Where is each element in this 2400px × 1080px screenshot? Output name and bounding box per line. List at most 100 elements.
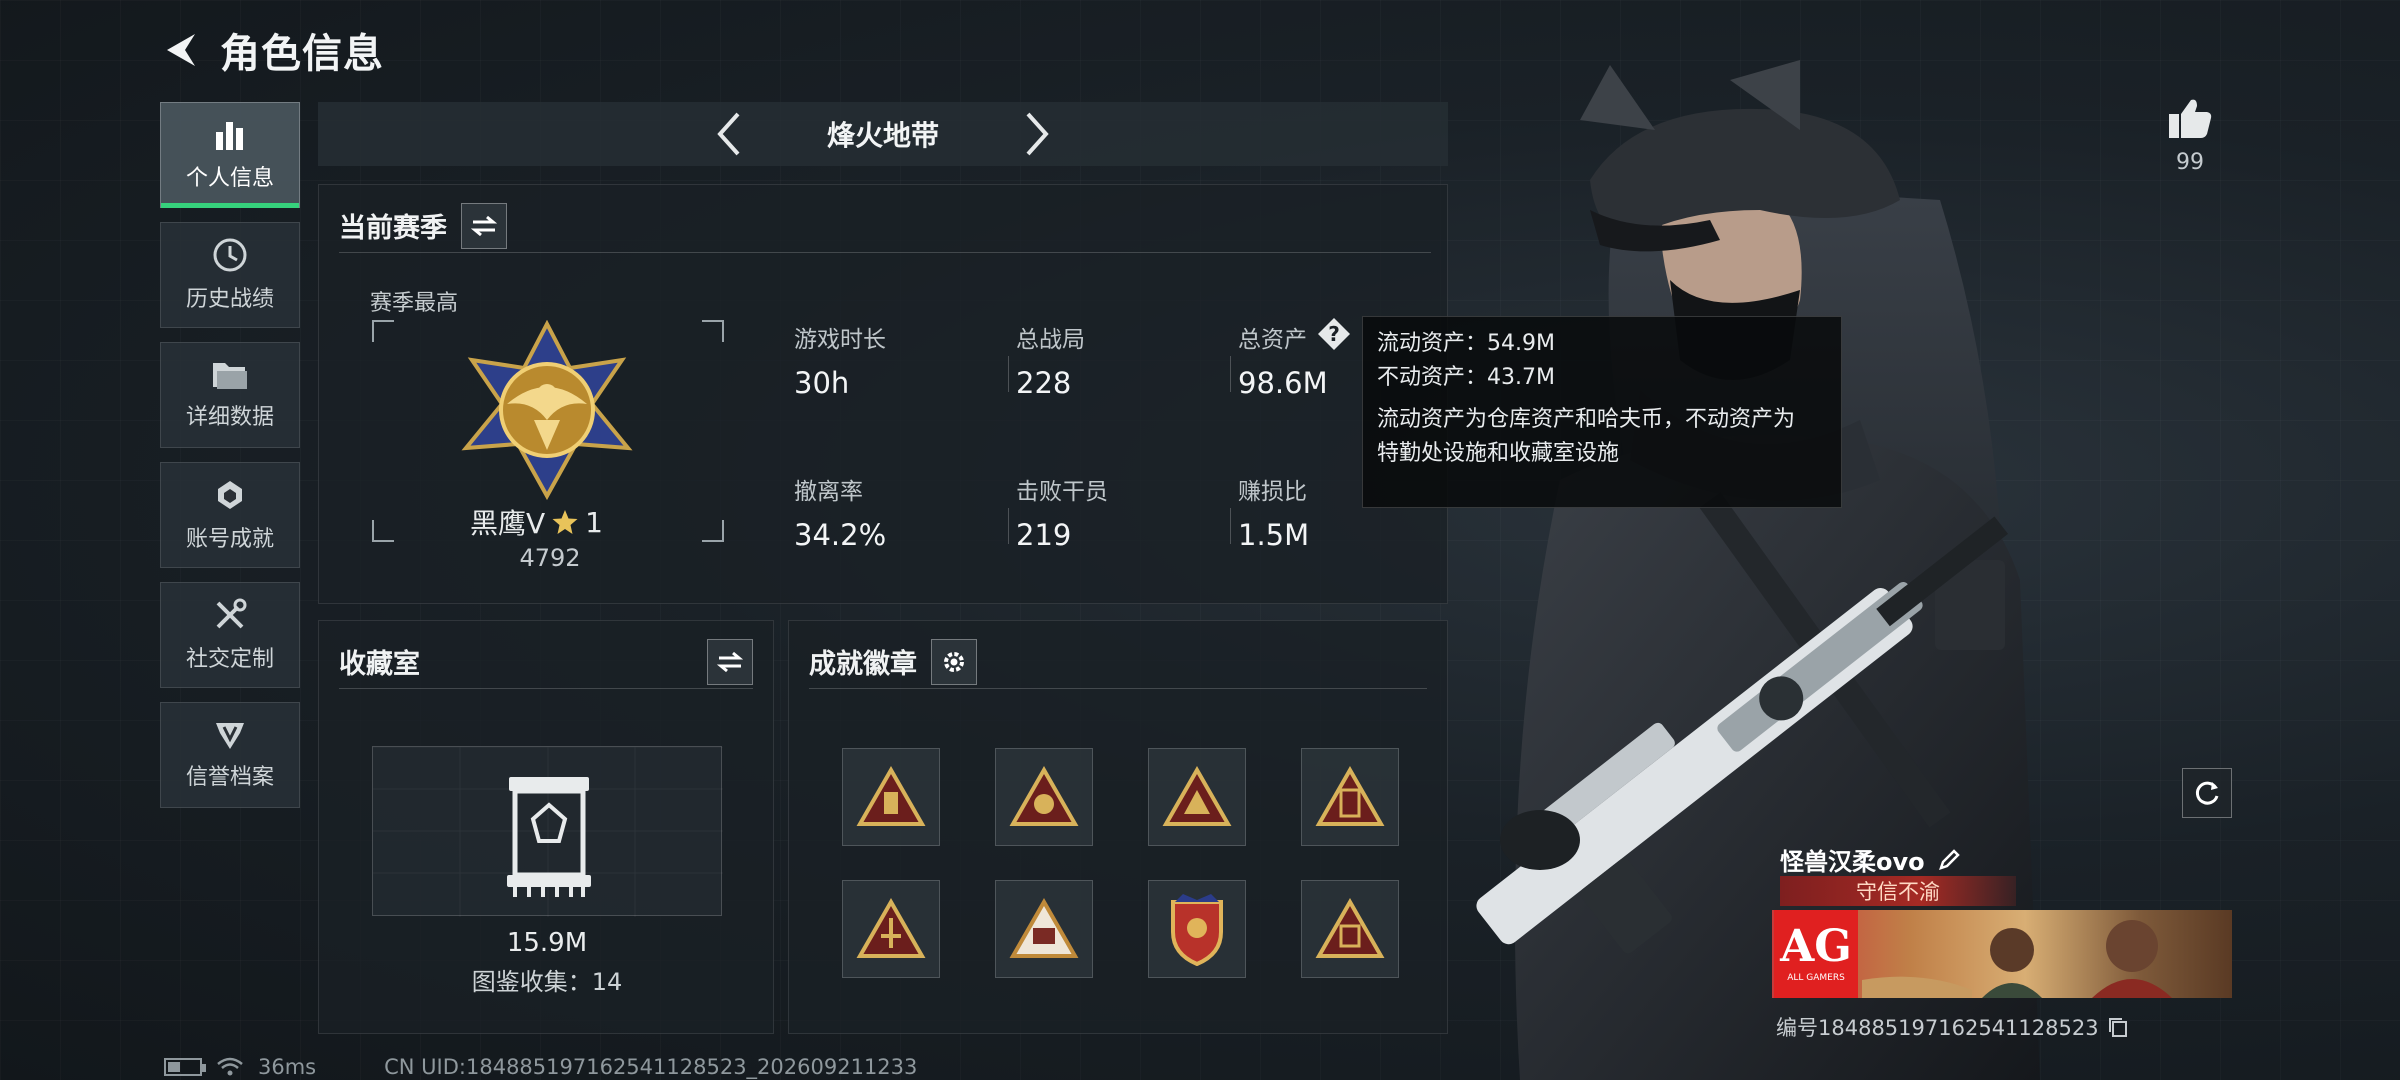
- sidebar-item-personal-info[interactable]: 个人信息: [160, 102, 300, 208]
- player-banner[interactable]: AG ALL GAMERS: [1772, 910, 2232, 998]
- sidebar-item-match-history[interactable]: 历史战绩: [160, 222, 300, 328]
- sidebar-item-label: 账号成就: [185, 527, 274, 552]
- sidebar-item-reputation[interactable]: 信誉档案: [160, 702, 300, 808]
- stat-value: 228: [1016, 366, 1072, 400]
- team-logo-text: AG: [1780, 921, 1852, 972]
- game-screen: 角色信息 个人信息 历史战绩 详细数据 账号成就 社交定制 信誉档案 烽火地带 …: [0, 0, 2400, 1080]
- triangle-badge-icon: [1009, 766, 1079, 826]
- current-season-header: 当前赛季: [339, 199, 1431, 253]
- stat-value: 98.6M: [1238, 366, 1328, 400]
- tooltip-desc-line: 特勤处设施和收藏室设施: [1377, 441, 1620, 466]
- refresh-icon: [2195, 781, 2219, 805]
- stat-value: 1.5M: [1238, 518, 1310, 552]
- achievement-icon: [218, 481, 242, 509]
- switch-collection-button[interactable]: [707, 638, 753, 685]
- ping-value: 36ms: [258, 1055, 317, 1079]
- thumbs-up-icon: [2169, 99, 2212, 138]
- footer-uid: CN UID:18488519716254112852​3_2026092112…: [384, 1055, 918, 1079]
- stat-label: 撤离率: [794, 479, 863, 505]
- team-logo: AG ALL GAMERS: [1774, 910, 1858, 998]
- back-arrow-icon[interactable]: [160, 29, 202, 71]
- triangle-badge-icon: [1162, 766, 1232, 826]
- achievement-badge[interactable]: [1148, 880, 1246, 978]
- wifi-icon: [217, 1057, 243, 1076]
- edit-icon[interactable]: [1937, 848, 1961, 872]
- rank-score: 4792: [519, 544, 581, 572]
- collection-room-image[interactable]: [372, 746, 723, 917]
- copy-icon[interactable]: [2107, 1016, 2129, 1038]
- rank-name-text: 黑鹰Ⅴ: [470, 507, 546, 540]
- help-icon[interactable]: ?: [1316, 316, 1352, 352]
- battery-icon: [164, 1058, 206, 1076]
- rotate-character-button[interactable]: [2182, 768, 2232, 818]
- folder-icon: [213, 363, 247, 389]
- sidebar-item-detailed-data[interactable]: 详细数据: [160, 342, 300, 448]
- assets-tooltip: 流动资产：54.9M 不动资产：43.7M 流动资产为仓库资产和哈夫币，不动资产…: [1362, 316, 1842, 508]
- stat-divider: [1230, 356, 1231, 392]
- chevron-right-icon: [1026, 112, 1049, 156]
- chevron-left-icon: [717, 112, 740, 156]
- tooltip-description: 流动资产为仓库资产和哈夫币，不动资产为 特勤处设施和收藏室设施: [1377, 403, 1827, 471]
- bar-chart-icon: [216, 122, 243, 150]
- achievements-settings-button[interactable]: [931, 638, 977, 685]
- sidebar-item-label: 详细数据: [185, 405, 274, 430]
- season-name: 烽火地带: [826, 119, 939, 152]
- stat-value: 219: [1016, 518, 1072, 552]
- next-season-button[interactable]: [1008, 102, 1068, 166]
- stat-profit-loss: 赚损比 1.5M: [1238, 472, 1309, 552]
- switch-season-button[interactable]: [461, 202, 507, 249]
- achievement-badge[interactable]: [1301, 748, 1399, 846]
- banner-art: [1862, 920, 2172, 998]
- sidebar-item-label: 社交定制: [185, 647, 274, 672]
- star-icon: [552, 510, 578, 534]
- triangle-badge-icon: [1009, 898, 1079, 958]
- achievement-badge[interactable]: [1301, 880, 1399, 978]
- stat-label: 击败干员: [1016, 479, 1108, 505]
- tools-icon: [216, 598, 247, 629]
- stat-value: 30h: [794, 366, 850, 400]
- tooltip-desc-line: 流动资产为仓库资产和哈夫币，不动资产为: [1377, 407, 1796, 432]
- stat-label: 游戏时长: [794, 327, 886, 353]
- player-uid-text: 编号1848851971625411285​23: [1776, 1016, 2099, 1040]
- svg-text:?: ?: [1328, 322, 1340, 346]
- achievements-header: 成就徽章: [809, 635, 1427, 689]
- stat-label: 总战局: [1016, 327, 1085, 353]
- rank-stars: 1: [585, 505, 603, 539]
- current-season-title: 当前赛季: [339, 213, 447, 244]
- prev-season-button[interactable]: [698, 102, 758, 166]
- sidebar-item-social-custom[interactable]: 社交定制: [160, 582, 300, 688]
- player-name: 怪兽汉柔ovo: [1780, 842, 1961, 877]
- swap-icon: [471, 215, 497, 236]
- rank-name: 黑鹰Ⅴ 1: [470, 502, 603, 542]
- reputation-icon: [216, 723, 244, 749]
- player-card: 怪兽汉柔ovo 守信不渝 AG ALL GAMERS: [1772, 840, 2232, 1004]
- triangle-badge-icon: [1315, 898, 1385, 958]
- stat-play-time: 游戏时长 30h: [794, 320, 886, 400]
- achievement-badge[interactable]: [995, 880, 1093, 978]
- player-motto: 守信不渝: [1780, 876, 2016, 906]
- stat-label: 总资产: [1238, 327, 1307, 353]
- achievement-badge[interactable]: [1148, 748, 1246, 846]
- player-name-text: 怪兽汉柔ovo: [1780, 848, 1925, 876]
- rank-emblem-icon: [461, 320, 633, 500]
- achievement-badge[interactable]: [995, 748, 1093, 846]
- stat-operators-defeated: 击败干员 219: [1016, 472, 1108, 552]
- achievement-badge[interactable]: [842, 880, 940, 978]
- tooltip-fixed-assets: 不动资产：43.7M: [1377, 365, 1555, 390]
- clock-icon: [213, 238, 247, 272]
- sidebar-item-account-achievements[interactable]: 账号成就: [160, 462, 300, 568]
- collection-value: 15.9M: [506, 928, 588, 958]
- achievements-title: 成就徽章: [809, 649, 917, 680]
- collection-title: 收藏室: [339, 649, 420, 680]
- page-header: 角色信息: [160, 20, 384, 80]
- status-footer: 36ms CN UID:18488519716254112852​3_20260…: [164, 1054, 917, 1080]
- page-title: 角色信息: [220, 31, 384, 77]
- tooltip-liquid-assets: 流动资产：54.9M: [1377, 331, 1555, 356]
- collection-header: 收藏室: [339, 635, 753, 689]
- like-button[interactable]: 99: [2160, 96, 2220, 175]
- display-case-icon: [373, 746, 723, 917]
- player-uid: 编号1848851971625411285​23: [1776, 1012, 2129, 1042]
- achievement-badge[interactable]: [842, 748, 940, 846]
- triangle-badge-icon: [1315, 766, 1385, 826]
- sidebar-item-label: 信誉档案: [185, 765, 274, 790]
